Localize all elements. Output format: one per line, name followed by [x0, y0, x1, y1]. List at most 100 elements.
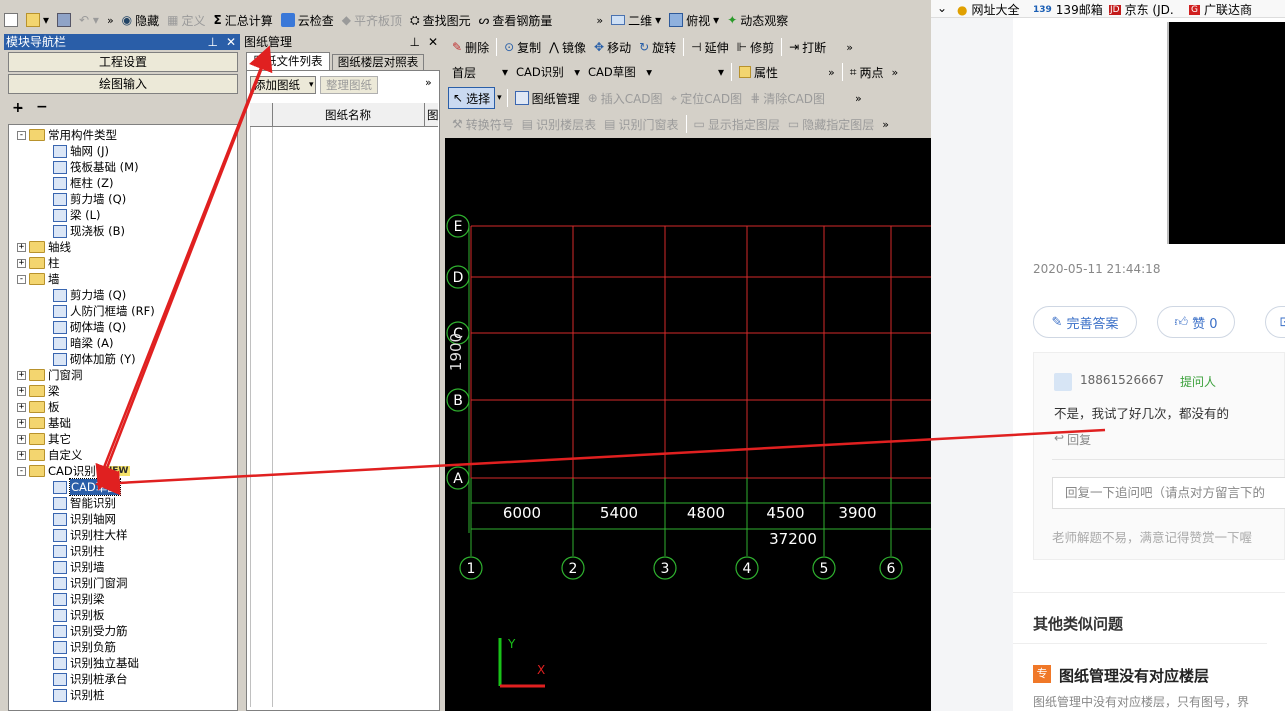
like-button[interactable]: 👍︎ 赞 0	[1157, 306, 1235, 338]
tree-item[interactable]: + 板	[17, 399, 60, 415]
tree-item[interactable]: 识别桩	[53, 687, 105, 703]
category-select[interactable]: CAD识别 ▾	[512, 61, 584, 83]
select-button[interactable]: ↖ 选择	[448, 87, 496, 109]
more-chevron-icon[interactable]: »	[103, 9, 118, 31]
tree-item[interactable]: 识别门窗洞	[53, 575, 128, 591]
tree-item[interactable]: 识别桩承台	[53, 671, 128, 687]
tree-item[interactable]: + 其它	[17, 431, 71, 447]
expand-icon[interactable]: +	[17, 450, 26, 460]
tree-item[interactable]: 识别柱大样	[53, 527, 128, 543]
tree-item[interactable]: 识别柱	[53, 543, 105, 559]
drawing-mgmt-button[interactable]: 图纸管理	[511, 87, 584, 109]
find-element-button[interactable]: ⛭ 查找图元	[406, 9, 475, 31]
tree-item[interactable]: 剪力墙 (Q)	[53, 287, 126, 303]
close-icon[interactable]: ✕	[226, 34, 236, 50]
improve-answer-button[interactable]: ✎ 完善答案	[1033, 306, 1137, 338]
expand-icon[interactable]: +	[17, 242, 26, 252]
properties-button[interactable]: 属性	[735, 61, 782, 83]
tree-item[interactable]: + 基础	[17, 415, 71, 431]
clear-cad-button[interactable]: ⋕ 清除CAD图	[746, 87, 829, 109]
tree-item[interactable]: -墙	[17, 271, 60, 287]
more-chevron-icon[interactable]: »	[592, 9, 607, 31]
tree-item[interactable]: 识别轴网	[53, 511, 116, 527]
tree-item[interactable]: - 常用构件类型	[17, 127, 117, 143]
bookmark-2[interactable]: 139 139邮箱	[1033, 1, 1103, 18]
collapse-icon[interactable]: -	[17, 274, 26, 284]
view-rebar-button[interactable]: ᔕ 查看钢筋量	[475, 9, 557, 31]
pin-icon[interactable]: ⊥	[410, 34, 420, 50]
close-icon[interactable]: ✕	[428, 34, 438, 50]
extend-button[interactable]: ⊣ 延伸	[687, 36, 732, 58]
view-2d-dropdown[interactable]: 二维 ▾	[607, 9, 665, 31]
comment-user[interactable]: 18861526667	[1080, 373, 1164, 387]
tree-item[interactable]: + 梁	[17, 383, 60, 399]
reply-link[interactable]: ↩ 回复	[1054, 431, 1091, 448]
locate-cad-button[interactable]: ⌖ 定位CAD图	[667, 87, 747, 109]
hide-button[interactable]: ◉ 隐藏	[118, 9, 164, 31]
tree-item[interactable]: 智能识别	[53, 495, 116, 511]
undo-icon[interactable]: ↶ ▾	[75, 9, 103, 31]
insert-cad-button[interactable]: ⊕ 插入CAD图	[584, 87, 667, 109]
tree-item[interactable]: 识别负筋	[53, 639, 116, 655]
tree-item[interactable]: 砌体墙 (Q)	[53, 319, 126, 335]
tree-item[interactable]: 框柱 (Z)	[53, 175, 114, 191]
rotate-button[interactable]: ↻ 旋转	[635, 36, 680, 58]
instance-select[interactable]: ▾	[656, 61, 728, 83]
delete-button[interactable]: ✎ 删除	[448, 36, 493, 58]
define-button[interactable]: ▦ 定义	[163, 9, 209, 31]
tree-item[interactable]: 现浇板 (B)	[53, 223, 125, 239]
more-chevron-icon[interactable]: »	[842, 36, 857, 58]
more-chevron-icon[interactable]: »	[888, 61, 903, 83]
view-mode-dropdown[interactable]: 俯视 ▾	[665, 9, 723, 31]
bookmark-3[interactable]: JD 京东 (JD.	[1109, 1, 1174, 18]
hide-layer-button[interactable]: ▭ 隐藏指定图层	[784, 113, 878, 135]
expand-icon[interactable]: +	[17, 418, 26, 428]
more-chevron-icon[interactable]: »	[878, 113, 893, 135]
organize-drawing-button[interactable]: 整理图纸	[320, 76, 378, 94]
new-file-icon[interactable]	[0, 9, 22, 31]
tab-floor-mapping[interactable]: 图纸楼层对照表	[332, 54, 424, 70]
dynamic-observe-button[interactable]: ✦ 动态观察	[723, 9, 792, 31]
similar-question-link[interactable]: 图纸管理没有对应楼层	[1059, 665, 1209, 686]
more-chevron-icon[interactable]: »	[824, 61, 839, 83]
tree-item[interactable]: 筏板基础 (M)	[53, 159, 139, 175]
trim-button[interactable]: ⊩ 修剪	[733, 36, 778, 58]
tree-item[interactable]: 剪力墙 (Q)	[53, 191, 126, 207]
more-chevron-icon[interactable]: »	[851, 87, 866, 109]
tree-item[interactable]: 识别板	[53, 607, 105, 623]
recognize-floor-table-button[interactable]: ▤ 识别楼层表	[518, 113, 600, 135]
component-select[interactable]: CAD草图 ▾	[584, 61, 656, 83]
expand-icon[interactable]: +	[17, 258, 26, 268]
more-chevron-icon[interactable]: »	[425, 76, 432, 89]
project-settings-button[interactable]: 工程设置	[8, 52, 238, 72]
move-button[interactable]: ✥ 移动	[590, 36, 635, 58]
cloud-check-button[interactable]: 云检查	[277, 9, 338, 31]
save-icon[interactable]	[53, 9, 75, 31]
bookmark-4[interactable]: G 广联达商	[1189, 1, 1252, 18]
col-drawing-name[interactable]: 图纸名称	[274, 107, 422, 123]
cad-canvas[interactable]: E D C B A 1900 6000 5400 4800 4500 3900 37200 1 2 3 4 5 6…	[445, 138, 931, 711]
floor-select[interactable]: 首层 ▾	[448, 61, 512, 83]
open-file-icon[interactable]: ▾	[22, 9, 53, 31]
tree-item[interactable]: 识别受力筋	[53, 623, 128, 639]
tree-item[interactable]: - CAD识别 NEW	[17, 463, 131, 479]
tree-item[interactable]: + 自定义	[17, 447, 83, 463]
convert-symbol-button[interactable]: ⚒ 转换符号	[448, 113, 518, 135]
expand-icon[interactable]: +	[17, 386, 26, 396]
mirror-button[interactable]: ⋀ 镜像	[545, 36, 590, 58]
reply-input[interactable]: 回复一下追问吧（请点对方留言下的	[1052, 477, 1285, 509]
copy-button[interactable]: ⊙ 复制	[500, 36, 545, 58]
drawing-input-button[interactable]: 绘图输入	[8, 74, 238, 94]
tree-item[interactable]: 砌体加筋 (Y)	[53, 351, 136, 367]
break-button[interactable]: ⇥ 打断	[785, 36, 830, 58]
show-layer-button[interactable]: ▭ 显示指定图层	[690, 113, 784, 135]
collapse-icon[interactable]: -	[17, 130, 26, 140]
expand-all-icon[interactable]: +̵	[12, 100, 24, 116]
tree-item[interactable]: + 轴线	[17, 239, 71, 255]
tree-item[interactable]: 识别梁	[53, 591, 105, 607]
answer-image[interactable]	[1167, 22, 1285, 244]
tree-item[interactable]: 识别独立基础	[53, 655, 139, 671]
tree-item[interactable]: 人防门框墙 (RF)	[53, 303, 155, 319]
expand-icon[interactable]: +	[17, 370, 26, 380]
recognize-door-table-button[interactable]: ▤ 识别门窗表	[600, 113, 682, 135]
